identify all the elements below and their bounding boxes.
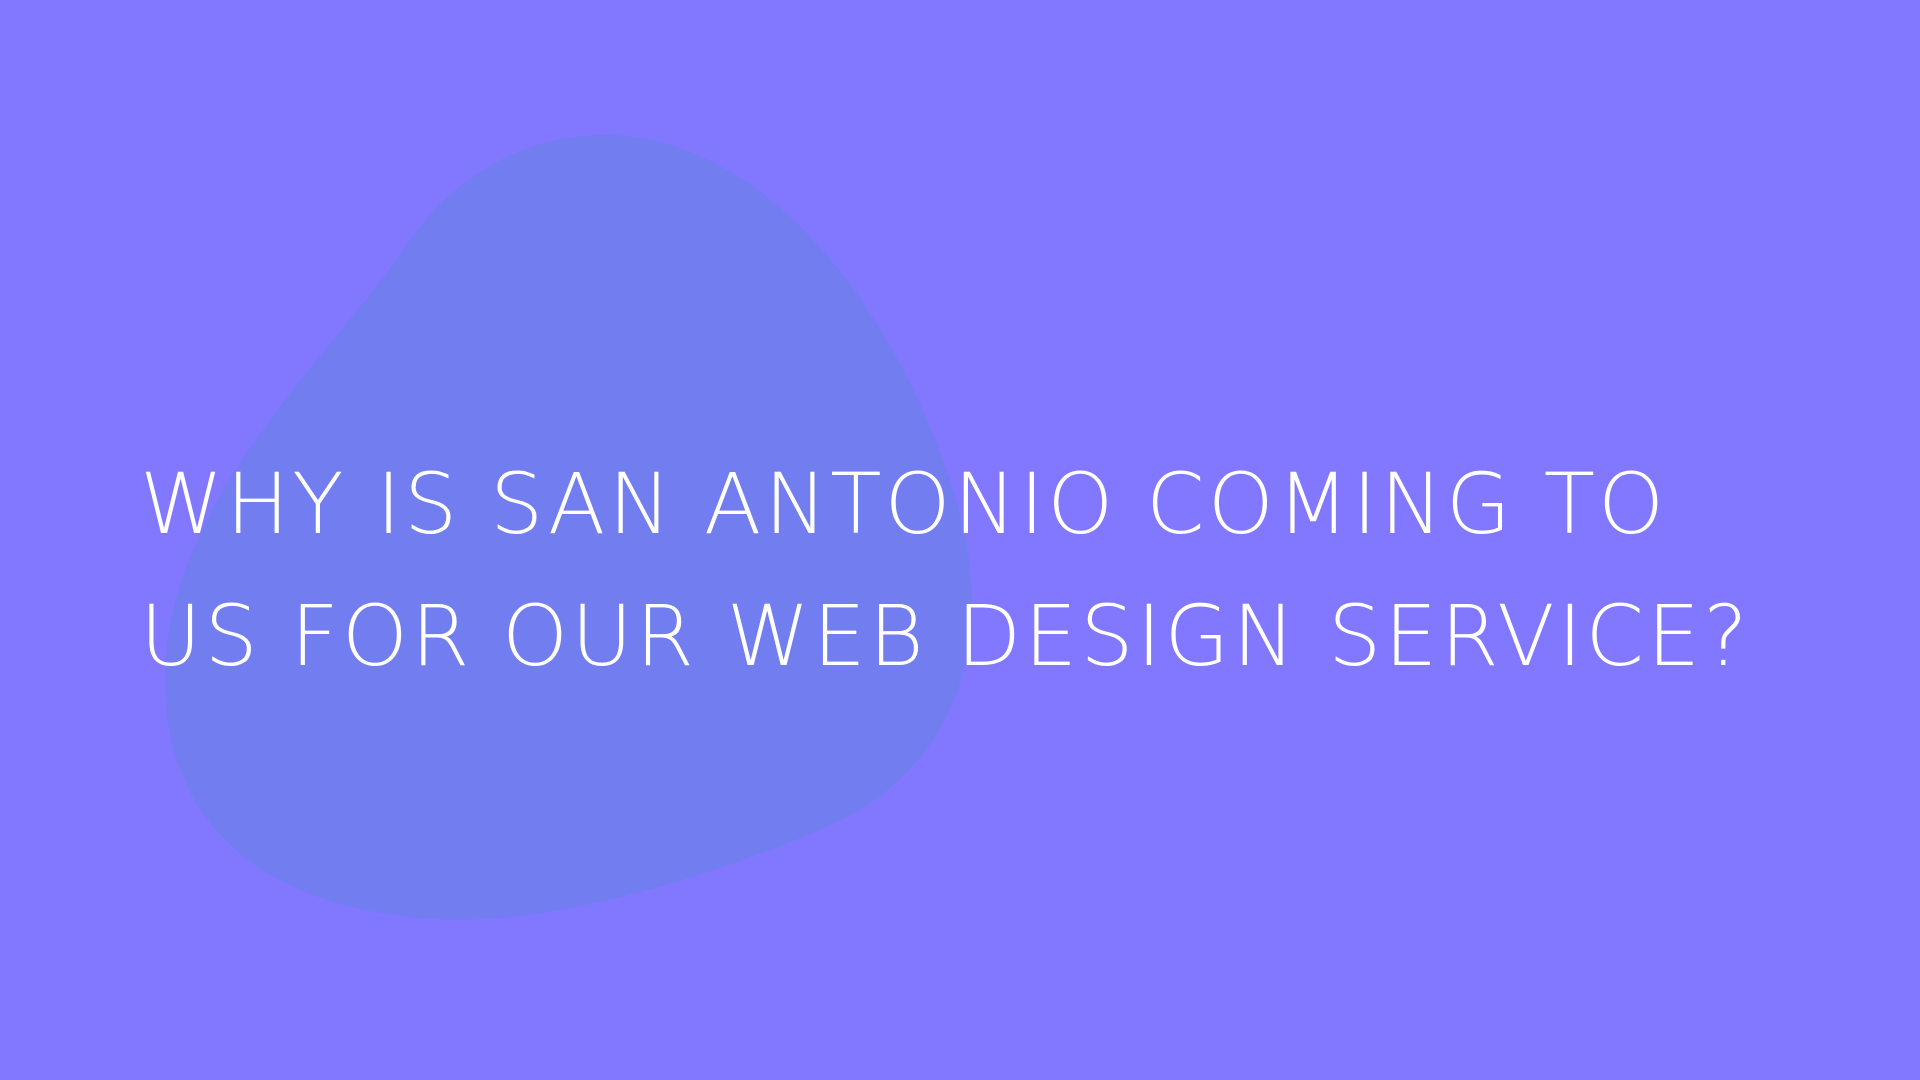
headline-line-2: US FOR OUR WEB DESIGN SERVICE? [140,587,1751,685]
page-headline: WHY IS SAN ANTONIO COMING TO US FOR OUR … [140,438,1840,702]
headline-line-1: WHY IS SAN ANTONIO COMING TO [140,455,1668,553]
banner-canvas: WHY IS SAN ANTONIO COMING TO US FOR OUR … [0,0,1920,1080]
